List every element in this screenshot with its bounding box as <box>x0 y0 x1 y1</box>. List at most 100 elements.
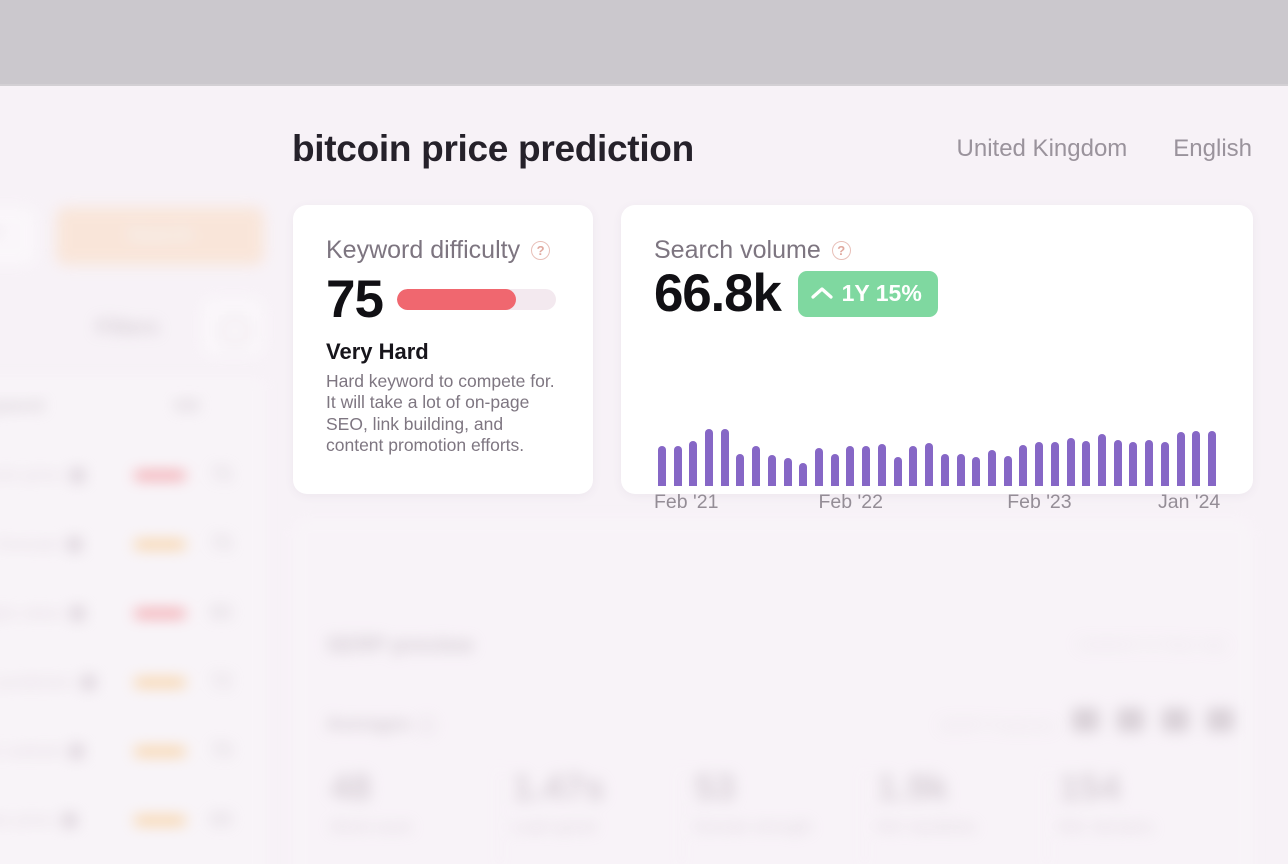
search-volume-card: Search volume ? 66.8k 1Y 15% Feb '21 Feb … <box>621 205 1253 513</box>
chart-bar-slot <box>968 409 984 486</box>
chart-bar-slot <box>1204 409 1220 486</box>
chart-bar <box>1019 445 1028 486</box>
chart-bar <box>705 429 714 486</box>
chart-bar-slot <box>1063 409 1079 486</box>
chart-bar-slot <box>685 409 701 486</box>
chart-bar-slot <box>1047 409 1063 486</box>
chart-bar-slot <box>811 409 827 486</box>
chart-bar-slot <box>858 409 874 486</box>
chart-tick-label: Feb '23 <box>1007 491 1072 513</box>
chart-bar-slot <box>890 409 906 486</box>
chart-bar-slot <box>1094 409 1110 486</box>
chart-bar-slot <box>827 409 843 486</box>
chart-bar <box>862 445 871 486</box>
chart-bar <box>657 445 666 486</box>
chart-bars <box>654 409 1220 486</box>
keyword-difficulty-description: Hard keyword to compete for. It will tak… <box>326 371 555 456</box>
keyword-difficulty-progress-track <box>396 289 556 310</box>
keyword-difficulty-score-row: 75 <box>326 273 556 326</box>
chart-tick-label: Feb '22 <box>818 491 883 513</box>
chart-bar-slot <box>795 409 811 486</box>
chart-bar-slot <box>733 409 749 486</box>
language-selector[interactable]: English <box>1173 135 1252 163</box>
chart-bar <box>673 445 682 486</box>
keyword-difficulty-progress-fill <box>396 289 517 310</box>
chart-bar <box>783 458 792 486</box>
chart-bar-slot <box>1110 409 1126 486</box>
chart-bar-slot <box>906 409 922 486</box>
search-volume-label: Search volume <box>654 236 821 264</box>
keyword-difficulty-value: 75 <box>326 270 384 329</box>
chart-bar <box>767 455 776 486</box>
chart-bar-slot <box>701 409 717 486</box>
question-circle-icon[interactable]: ? <box>531 241 551 260</box>
chart-bar-slot <box>748 409 764 486</box>
browser-chrome-band <box>0 0 1288 84</box>
chart-bar-slot <box>1031 409 1047 486</box>
search-volume-chart: Feb '21 Feb '22 Feb '23 Jan '24 <box>654 409 1220 517</box>
chart-bar-slot <box>984 409 1000 486</box>
chart-tick-label: Feb '21 <box>654 491 719 513</box>
chart-bar <box>893 456 902 486</box>
search-volume-value-row: 66.8k 1Y 15% <box>654 267 938 320</box>
chart-x-axis: Feb '21 Feb '22 Feb '23 Jan '24 <box>654 491 1220 517</box>
chart-bar-slot <box>921 409 937 486</box>
chart-bar-slot <box>1141 409 1157 486</box>
search-volume-trend-badge: 1Y 15% <box>797 270 938 317</box>
chart-bar <box>940 454 949 486</box>
chevron-up-icon <box>811 287 833 299</box>
chart-bar <box>815 447 824 486</box>
chart-bar <box>1160 442 1169 486</box>
page-title: bitcoin price prediction <box>292 128 694 169</box>
chart-bar <box>956 454 965 486</box>
chart-bar-slot <box>1188 409 1204 486</box>
chart-bar-slot <box>654 409 670 486</box>
chart-bar-slot <box>670 409 686 486</box>
chart-bar <box>1192 430 1201 486</box>
chart-bar-slot <box>1157 409 1173 486</box>
chart-bar <box>1129 442 1138 486</box>
chart-bar-slot <box>1078 409 1094 486</box>
chart-bar <box>1097 433 1106 486</box>
chart-bar-slot <box>953 409 969 486</box>
chart-bar <box>987 449 996 486</box>
chart-bar <box>1035 442 1044 486</box>
chart-bar <box>1145 439 1154 486</box>
chart-bar <box>909 445 918 486</box>
chart-bar <box>877 444 886 486</box>
chart-bar-slot <box>780 409 796 486</box>
chart-bar-slot <box>1016 409 1032 486</box>
chart-bar <box>846 445 855 486</box>
chart-bar-slot <box>764 409 780 486</box>
keyword-difficulty-label-row: Keyword difficulty ? <box>326 236 551 265</box>
chart-bar <box>925 442 934 486</box>
chart-bar <box>1082 441 1091 486</box>
chart-bar <box>1050 442 1059 486</box>
chart-bar-slot <box>937 409 953 486</box>
chart-bar <box>1176 432 1185 486</box>
chart-bar <box>689 441 698 486</box>
search-volume-trend-text: 1Y 15% <box>841 279 922 306</box>
chart-bar-slot <box>717 409 733 486</box>
search-volume-label-row: Search volume ? <box>654 236 851 265</box>
foreground-overview: bitcoin price prediction United Kingdom … <box>0 86 1288 864</box>
search-volume-value: 66.8k <box>654 264 782 323</box>
chart-bar <box>1003 455 1012 486</box>
chart-bar <box>799 462 808 486</box>
chart-bar-slot <box>843 409 859 486</box>
header-meta: United Kingdom English <box>957 135 1252 163</box>
chart-bar-slot <box>874 409 890 486</box>
chart-bar <box>736 453 745 486</box>
chart-bar <box>1066 437 1075 486</box>
chart-bar-slot <box>1126 409 1142 486</box>
chart-bar <box>1113 439 1122 486</box>
chart-tick-label: Jan '24 <box>1158 491 1221 513</box>
chart-bar <box>1208 430 1217 486</box>
chart-bar-slot <box>1000 409 1016 486</box>
chart-bar-slot <box>1173 409 1189 486</box>
chart-bar <box>972 456 981 486</box>
country-selector[interactable]: United Kingdom <box>957 135 1128 163</box>
question-circle-icon[interactable]: ? <box>831 241 851 260</box>
keyword-difficulty-verdict: Very Hard <box>326 339 429 364</box>
keyword-difficulty-label: Keyword difficulty <box>326 236 521 264</box>
